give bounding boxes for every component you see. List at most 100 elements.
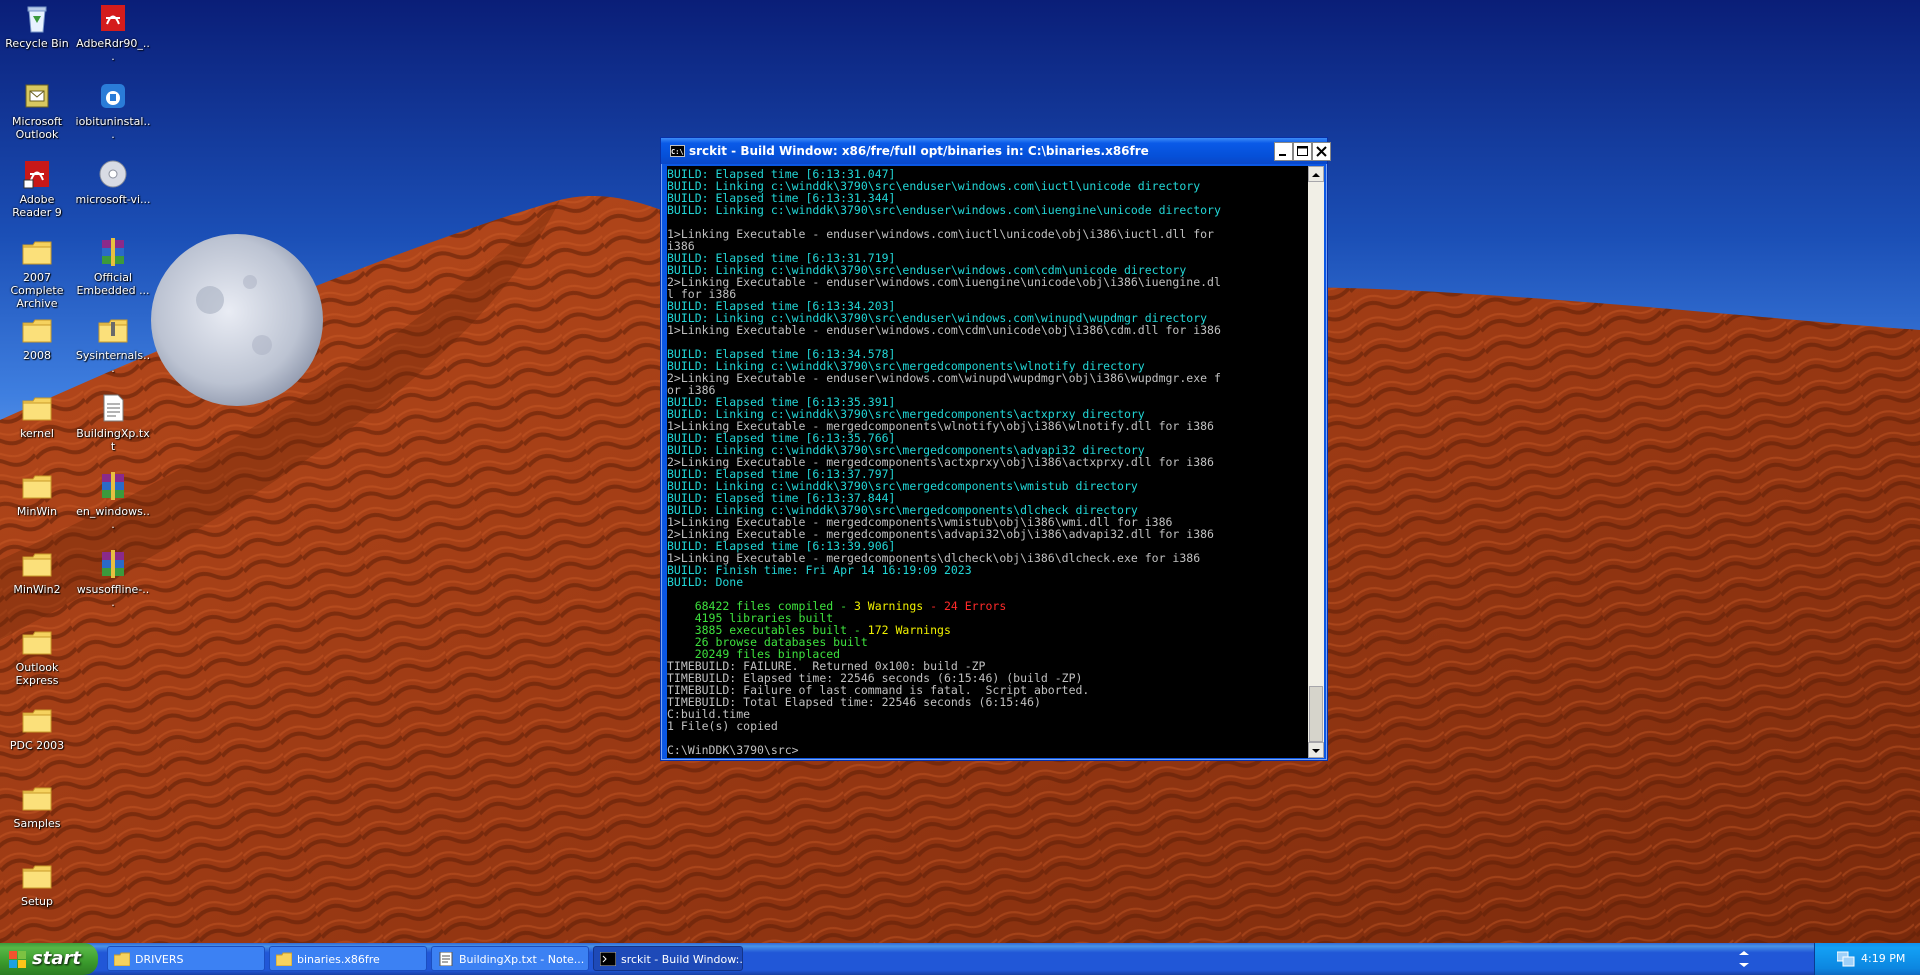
desktop-icon-samples[interactable]: Samples <box>0 782 75 830</box>
desktop-icon-setup[interactable]: Setup <box>0 860 75 908</box>
console-text-segment: 3 Warnings <box>853 599 924 613</box>
desktop-icon-2008[interactable]: 2008 <box>0 314 75 362</box>
console-text-segment: 2>Linking Executable - enduser\windows.c… <box>667 371 1221 385</box>
notepad-icon <box>439 952 453 966</box>
console-icon <box>600 952 616 966</box>
desktop-icon-label: kernel <box>20 427 54 440</box>
console-text-segment: 172 Warnings <box>867 623 951 637</box>
console-output[interactable]: BUILD: Elapsed time [6:13:31.047] BUILD:… <box>667 166 1308 758</box>
iobit-icon <box>101 84 125 108</box>
desktop-icon-label: Samples <box>13 817 61 830</box>
folder-icon <box>114 952 130 966</box>
desktop-icon-wsusoffline[interactable]: wsusoffline-... <box>75 548 151 609</box>
desktop-icon-sysinternals[interactable]: Sysinternals... <box>75 314 151 375</box>
console-line: 2>Linking Executable - enduser\windows.c… <box>667 275 1221 289</box>
folder-icon <box>22 787 52 811</box>
console-text-segment: BUILD: Done <box>667 575 744 589</box>
scroll-up-button[interactable] <box>1308 166 1324 182</box>
console-text-segment: 1>Linking Executable - enduser\windows.c… <box>667 323 1221 337</box>
console-line: BUILD: Done <box>667 575 743 589</box>
clock[interactable]: 4:19 PM <box>1861 943 1905 975</box>
desktop-icon-microsoft-vi[interactable]: microsoft-vi... <box>75 158 151 206</box>
adobe-reader-icon <box>23 161 49 189</box>
text-file-icon <box>103 394 124 422</box>
taskbar-item-drivers[interactable]: DRIVERS <box>107 946 265 971</box>
folder-icon <box>22 319 52 343</box>
maximize-icon <box>1297 146 1308 156</box>
taskbar-item-binaries[interactable]: binaries.x86fre <box>269 946 427 971</box>
arrow-up-icon <box>1312 173 1320 177</box>
desktop-icon-label: microsoft-vi... <box>75 193 151 206</box>
desktop-icon-label: iobituninstal... <box>75 115 151 141</box>
minimize-icon <box>1279 154 1286 156</box>
desktop-icon-en-windows[interactable]: en_windows... <box>75 470 151 531</box>
console-line: 1>Linking Executable - enduser\windows.c… <box>667 323 1221 337</box>
desktop-icon-pdc-2003[interactable]: PDC 2003 <box>0 704 75 752</box>
desktop-icon-label: PDC 2003 <box>9 739 65 752</box>
desktop-icon-2007-complete-archive[interactable]: 2007 Complete Archive <box>0 236 75 310</box>
console-line: 1 File(s) copied <box>667 719 778 733</box>
desktop-icon-kernel[interactable]: kernel <box>0 392 75 440</box>
desktop-icon-iobituninstaller[interactable]: iobituninstal... <box>75 80 151 141</box>
start-label: start <box>32 948 81 969</box>
window-titlebar[interactable]: C:\ srckit - Build Window: x86/fre/full … <box>661 138 1331 164</box>
desktop-icon-minwin[interactable]: MinWin <box>0 470 75 518</box>
desktop-icon-buildingxp-txt[interactable]: BuildingXp.txt <box>75 392 151 453</box>
close-button[interactable] <box>1312 142 1331 161</box>
taskbar-item-label: BuildingXp.txt - Note... <box>459 953 585 966</box>
console-line: 2>Linking Executable - enduser\windows.c… <box>667 371 1221 385</box>
desktop-icon-label: Recycle Bin <box>5 37 69 50</box>
winrar-archive-icon <box>102 238 124 266</box>
taskbar-item-label: binaries.x86fre <box>297 953 380 966</box>
taskbar-item-notepad[interactable]: BuildingXp.txt - Note... <box>431 946 589 971</box>
taskbar-item-label: srckit - Build Window:... <box>621 953 743 966</box>
recycle-bin-icon <box>27 6 47 33</box>
desktop-icon-recycle-bin[interactable]: Recycle Bin <box>0 2 75 50</box>
console-text-segment: 1 File(s) copied <box>667 719 778 733</box>
maximize-button[interactable] <box>1293 142 1312 161</box>
console-icon[interactable]: C:\ <box>670 145 685 157</box>
folder-icon <box>22 475 52 499</box>
outlook-icon <box>25 84 49 108</box>
desktop-icon-label: 2008 <box>23 349 51 362</box>
console-line: C:\WinDDK\3790\src> <box>667 743 799 757</box>
desktop-icon-label: MinWin <box>16 505 58 518</box>
language-bar-icon[interactable] <box>1735 949 1753 969</box>
start-button[interactable]: start <box>0 943 98 975</box>
window-title: srckit - Build Window: x86/fre/full opt/… <box>689 144 1149 158</box>
console-text: BUILD: Elapsed time [6:13:31.047] BUILD:… <box>667 166 1308 756</box>
system-tray: 4:19 PM <box>1814 943 1920 975</box>
scroll-down-button[interactable] <box>1308 742 1324 758</box>
scroll-thumb[interactable] <box>1309 686 1323 742</box>
desktop-icon-official-embedded[interactable]: Official Embedded ... <box>75 236 151 297</box>
vertical-scrollbar[interactable] <box>1308 166 1324 758</box>
build-console-window[interactable]: C:\ srckit - Build Window: x86/fre/full … <box>660 137 1331 761</box>
arrow-down-icon <box>1312 749 1320 753</box>
desktop-icon-label: Setup <box>20 895 54 908</box>
folder-icon <box>22 397 52 421</box>
folder-icon <box>22 709 52 733</box>
desktop-icon-adberdr90[interactable]: AdbeRdr90_... <box>75 2 151 63</box>
taskbar-item-build-window[interactable]: srckit - Build Window:... <box>593 946 743 971</box>
windows-logo-icon <box>9 951 26 968</box>
desktop-icon-label: Official Embedded ... <box>76 271 150 297</box>
console-text-segment: 1>Linking Executable - enduser\windows.c… <box>667 227 1214 241</box>
minimize-button[interactable] <box>1274 142 1293 161</box>
desktop-icon-label: en_windows... <box>76 505 150 531</box>
folder-icon <box>22 631 52 655</box>
desktop-icon-microsoft-outlook[interactable]: Microsoft Outlook <box>0 80 75 141</box>
taskbar-item-label: DRIVERS <box>135 953 184 966</box>
adobe-installer-icon <box>101 5 125 31</box>
desktop-icon-label: AdbeRdr90_... <box>76 37 150 63</box>
console-text-segment: 2>Linking Executable - enduser\windows.c… <box>667 275 1221 289</box>
network-icon[interactable] <box>1837 951 1855 967</box>
desktop-icon-adobe-reader[interactable]: Adobe Reader 9 <box>0 158 75 219</box>
folder-icon <box>22 865 52 889</box>
desktop-icon-outlook-express[interactable]: Outlook Express <box>0 626 75 687</box>
desktop-icon-label: 2007 Complete Archive <box>10 271 64 310</box>
desktop-icon-minwin2[interactable]: MinWin2 <box>0 548 75 596</box>
desktop-icon-label: MinWin2 <box>13 583 61 596</box>
close-icon <box>1316 146 1327 157</box>
console-line: 1>Linking Executable - enduser\windows.c… <box>667 227 1214 241</box>
desktop[interactable]: Recycle Bin Microsoft Outlook Adobe Read… <box>0 0 1920 943</box>
